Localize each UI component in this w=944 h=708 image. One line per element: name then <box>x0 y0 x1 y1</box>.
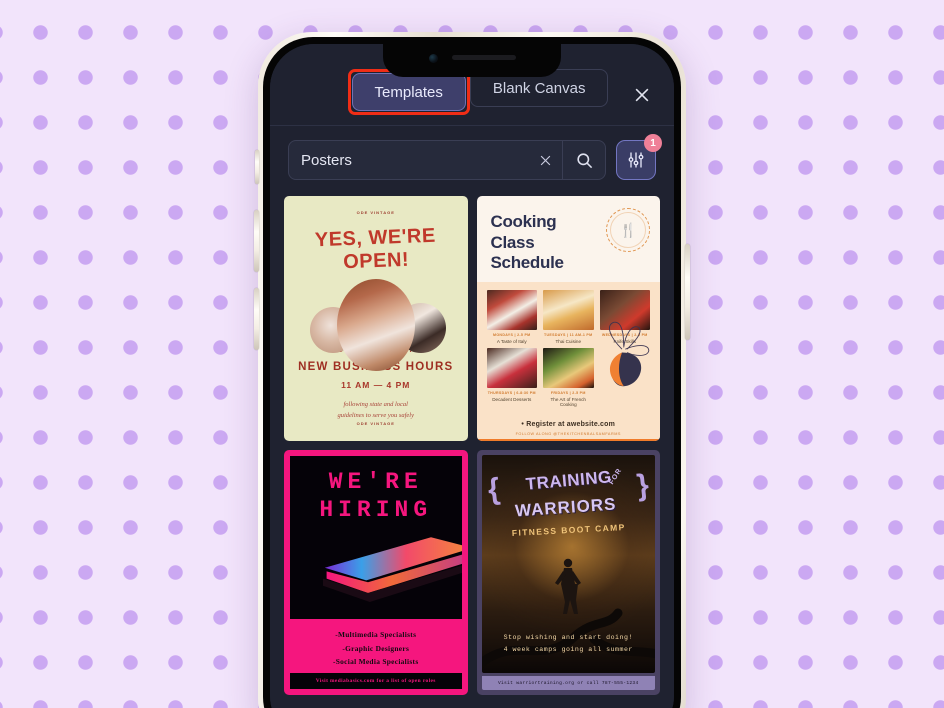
brand-bottom-label: ODE VINTAGE <box>356 421 395 426</box>
class-item: THURSDAYS | 6-8:30 PM Decadent Desserts <box>486 348 537 407</box>
class-thumbnail <box>543 290 594 331</box>
class-time: FRIDAYS | 2-5 PM <box>550 391 586 396</box>
phone-notch <box>383 44 561 77</box>
search-row: 1 <box>270 126 674 190</box>
template-card-yes-were-open[interactable]: ODE VINTAGE YES, WE'RE OPEN! MONDAY-SATU… <box>284 196 468 441</box>
title-line-1: TRAINING <box>524 467 612 494</box>
search-box <box>288 140 606 180</box>
search-icon <box>576 152 592 168</box>
register-row: • Register at awebsite.com FOLLOW ALONG … <box>476 415 660 440</box>
role-item: -Graphic Designers <box>342 643 410 653</box>
search-submit-button[interactable] <box>563 141 605 179</box>
template-card-were-hiring[interactable]: WE'RE HIRING -Multimedia Specialists -Gr… <box>284 450 468 695</box>
class-item: FRIDAYS | 2-5 PM The Art of French Cooki… <box>543 348 594 407</box>
speaker-grille-icon <box>451 55 516 60</box>
laptop-illustration-icon <box>323 537 462 602</box>
card-script-text: following state and local guidelines to … <box>337 399 414 421</box>
template-card-training-for-warriors[interactable]: { } TRAINING FOR WARRIORS FITNESS BOOT C… <box>476 450 660 695</box>
template-grid: ODE VINTAGE YES, WE'RE OPEN! MONDAY-SATU… <box>270 190 674 708</box>
headline-line-1: WE'RE <box>328 469 423 495</box>
class-name: The Art of French Cooking <box>550 397 587 408</box>
sliders-icon <box>628 152 644 168</box>
volume-down-button[interactable] <box>254 288 259 350</box>
power-button[interactable] <box>685 244 690 340</box>
beet-illustration-icon <box>609 322 650 387</box>
card-message: Stop wishing and start doing! 4 week cam… <box>488 632 650 657</box>
title-line-2: WARRIORS <box>513 494 617 521</box>
message-line-2: 4 week camps going all summer <box>503 646 633 654</box>
card-headline: YES, WE'RE OPEN! <box>314 224 437 274</box>
class-thumbnail <box>543 348 594 389</box>
card-inner: WE'RE HIRING <box>290 456 462 619</box>
title-line-3: Schedule <box>490 253 564 273</box>
role-item: -Multimedia Specialists <box>335 629 417 639</box>
filter-button[interactable]: 1 <box>616 134 662 180</box>
card-url-bar: Visit warriortraining.org or call 787-55… <box>481 676 655 690</box>
card-bottom-bar <box>476 439 660 441</box>
card-photo-group <box>294 279 458 371</box>
card-url-bar: Visit mediabasics.com for a list of open… <box>290 673 462 689</box>
class-time: THURSDAYS | 6-8:30 PM <box>487 391 536 396</box>
app-container: Templates Blank Canvas Posters 1 ODE VIN… <box>270 44 674 708</box>
class-thumbnail <box>486 290 537 331</box>
class-time: TUESDAYS | 11 AM-1 PM <box>544 333 593 338</box>
class-name: Thai Cuisine <box>555 339 582 345</box>
card-footer-roles: -Multimedia Specialists -Graphic Designe… <box>290 619 462 673</box>
message-line-1: Stop wishing and start doing! <box>503 633 633 641</box>
script-line-1: following state and local <box>343 400 408 408</box>
search-input[interactable] <box>289 141 528 179</box>
class-time: MONDAYS | 2-5 PM <box>493 333 531 338</box>
phone-bezel: Templates Blank Canvas Posters 1 ODE VIN… <box>263 37 681 708</box>
card-inner: { } TRAINING FOR WARRIORS FITNESS BOOT C… <box>481 455 655 673</box>
class-name: Decadent Desserts <box>492 397 532 403</box>
class-thumbnail <box>486 348 537 389</box>
filter-badge: 1 <box>644 134 662 152</box>
close-icon <box>540 155 550 165</box>
class-name: A Taste of Italy <box>496 339 527 345</box>
brand-top-label: ODE VINTAGE <box>356 210 395 215</box>
card-body: MONDAYS | 2-5 PM A Taste of Italy TUESDA… <box>476 282 660 416</box>
class-item: MONDAYS | 2-5 PM A Taste of Italy <box>486 290 537 345</box>
close-icon <box>635 88 649 102</box>
front-camera-icon <box>428 54 438 63</box>
seal-ring <box>610 212 646 248</box>
photo-center <box>336 279 415 371</box>
follow-text: FOLLOW ALONG @THEKITCHENBALSAMFARMS <box>515 432 621 437</box>
template-card-cooking-class-schedule[interactable]: Cooking Class Schedule 🍴 MONDAYS | 2-5 P… <box>476 196 661 441</box>
headline-line-2: HIRING <box>319 497 433 524</box>
class-item: TUESDAYS | 11 AM-1 PM Thai Cuisine <box>543 290 594 344</box>
footer-url-text: Visit warriortraining.org or call 787-55… <box>497 680 639 686</box>
volume-up-button[interactable] <box>254 210 259 272</box>
script-line-2: guidelines to serve you safely <box>337 411 415 419</box>
register-text: • Register at awebsite.com <box>521 421 616 429</box>
close-button[interactable] <box>628 81 656 109</box>
silent-switch[interactable] <box>255 150 259 184</box>
card-sub3: 11 AM — 4 PM <box>341 379 411 390</box>
phone-screen: Templates Blank Canvas Posters 1 ODE VIN… <box>270 44 674 708</box>
card-header: Cooking Class Schedule 🍴 <box>477 196 661 282</box>
tab-templates[interactable]: Templates <box>351 73 466 111</box>
role-item: -Social Media Specialists <box>332 657 419 667</box>
footer-url-text: Visit mediabasics.com for a list of open… <box>315 678 436 684</box>
phone-device: Templates Blank Canvas Posters 1 ODE VIN… <box>254 32 690 708</box>
card-subtitle: FITNESS BOOT CAMP <box>511 522 626 538</box>
clear-search-button[interactable] <box>528 141 562 179</box>
kitchen-seal-badge: 🍴 <box>606 208 650 252</box>
